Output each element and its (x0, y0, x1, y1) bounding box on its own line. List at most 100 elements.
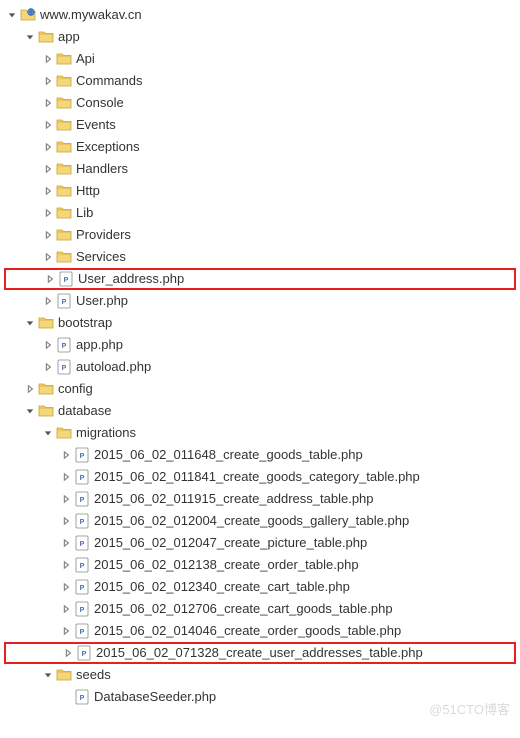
tree-item[interactable]: Api (4, 48, 516, 70)
tree-item-label: Services (76, 246, 126, 268)
expand-icon[interactable] (42, 97, 54, 109)
tree-item-label: seeds (76, 664, 111, 686)
tree-item[interactable]: www.mywakav.cn (4, 4, 516, 26)
expand-icon[interactable] (42, 185, 54, 197)
tree-item-label: Events (76, 114, 116, 136)
tree-item[interactable]: database (4, 400, 516, 422)
tree-item[interactable]: PDatabaseSeeder.php (4, 686, 516, 708)
collapse-icon[interactable] (24, 317, 36, 329)
collapse-icon[interactable] (24, 31, 36, 43)
tree-item[interactable]: Console (4, 92, 516, 114)
tree-item-label: 2015_06_02_011915_create_address_table.p… (94, 488, 374, 510)
tree-item[interactable]: app (4, 26, 516, 48)
tree-item-label: www.mywakav.cn (40, 4, 142, 26)
expand-icon[interactable] (42, 339, 54, 351)
tree-item[interactable]: bootstrap (4, 312, 516, 334)
php-icon: P (74, 447, 90, 463)
expand-icon[interactable] (62, 647, 74, 659)
php-icon: P (56, 337, 72, 353)
expand-icon[interactable] (42, 251, 54, 263)
tree-item-label: 2015_06_02_011648_create_goods_table.php (94, 444, 363, 466)
tree-item[interactable]: PUser.php (4, 290, 516, 312)
tree-item-label: Exceptions (76, 136, 140, 158)
expand-icon[interactable] (42, 141, 54, 153)
tree-item-label: Http (76, 180, 100, 202)
expand-icon[interactable] (60, 581, 72, 593)
tree-item[interactable]: Http (4, 180, 516, 202)
tree-item[interactable]: Exceptions (4, 136, 516, 158)
folder-icon (56, 249, 72, 265)
tree-item[interactable]: Providers (4, 224, 516, 246)
expand-icon[interactable] (42, 163, 54, 175)
tree-item[interactable]: P2015_06_02_011915_create_address_table.… (4, 488, 516, 510)
expand-icon[interactable] (24, 383, 36, 395)
expand-icon[interactable] (60, 537, 72, 549)
tree-item[interactable]: P2015_06_02_071328_create_user_addresses… (4, 642, 516, 664)
expand-icon[interactable] (42, 229, 54, 241)
expand-icon[interactable] (60, 449, 72, 461)
svg-text:P: P (80, 607, 85, 614)
tree-item-label: autoload.php (76, 356, 151, 378)
tree-item[interactable]: P2015_06_02_011648_create_goods_table.ph… (4, 444, 516, 466)
collapse-icon[interactable] (42, 427, 54, 439)
tree-item[interactable]: P2015_06_02_014046_create_order_goods_ta… (4, 620, 516, 642)
expand-icon[interactable] (60, 515, 72, 527)
tree-item[interactable]: P2015_06_02_012047_create_picture_table.… (4, 532, 516, 554)
expand-icon[interactable] (42, 207, 54, 219)
tree-item-label: database (58, 400, 112, 422)
tree-item[interactable]: config (4, 378, 516, 400)
tree-item-label: 2015_06_02_012047_create_picture_table.p… (94, 532, 367, 554)
svg-text:P: P (64, 277, 69, 284)
expand-icon[interactable] (60, 625, 72, 637)
tree-item[interactable]: P2015_06_02_012340_create_cart_table.php (4, 576, 516, 598)
expand-icon[interactable] (60, 559, 72, 571)
tree-item[interactable]: Pautoload.php (4, 356, 516, 378)
php-icon: P (74, 623, 90, 639)
tree-item[interactable]: P 2015_06_02_012138_create_order_table.ph… (4, 554, 516, 576)
expand-icon[interactable] (60, 471, 72, 483)
expand-icon[interactable] (42, 119, 54, 131)
expand-icon[interactable] (60, 493, 72, 505)
expand-icon[interactable] (42, 53, 54, 65)
php-icon: P (56, 293, 72, 309)
php-icon: P (74, 689, 90, 705)
tree-item-label: 2015_06_02_012706_create_cart_goods_tabl… (94, 598, 393, 620)
tree-item[interactable]: seeds (4, 664, 516, 686)
tree-item-label: User_address.php (78, 268, 184, 290)
expand-icon[interactable] (42, 295, 54, 307)
tree-item[interactable]: migrations (4, 422, 516, 444)
tree-item[interactable]: Services (4, 246, 516, 268)
expand-icon[interactable] (42, 361, 54, 373)
tree-item-label: Console (76, 92, 124, 114)
expand-icon[interactable] (60, 691, 72, 703)
tree-item-label: Providers (76, 224, 131, 246)
tree-item[interactable]: Handlers (4, 158, 516, 180)
folder-icon (56, 139, 72, 155)
tree-item[interactable]: P2015_06_02_012004_create_goods_gallery_… (4, 510, 516, 532)
tree-item-label: 2015_06_02_071328_create_user_addresses_… (96, 642, 423, 664)
tree-item[interactable]: Papp.php (4, 334, 516, 356)
php-icon: P (74, 557, 90, 573)
collapse-icon[interactable] (42, 669, 54, 681)
tree-item-label: 2015_06_02_012138_create_order_table.php (94, 554, 359, 576)
collapse-icon[interactable] (6, 9, 18, 21)
tree-item[interactable]: Events (4, 114, 516, 136)
tree-item[interactable]: P2015_06_02_011841_create_goods_category… (4, 466, 516, 488)
tree-item-label: Handlers (76, 158, 128, 180)
expand-icon[interactable] (44, 273, 56, 285)
tree-item[interactable]: P User_address.php (4, 268, 516, 290)
tree-item[interactable]: P 2015_06_02_012706_create_cart_goods_tab… (4, 598, 516, 620)
folder-icon (56, 161, 72, 177)
expand-icon[interactable] (60, 603, 72, 615)
tree-item[interactable]: Lib (4, 202, 516, 224)
folder-icon (38, 29, 54, 45)
folder-icon (56, 51, 72, 67)
tree-item-label: config (58, 378, 93, 400)
collapse-icon[interactable] (24, 405, 36, 417)
expand-icon[interactable] (42, 75, 54, 87)
tree-item[interactable]: Commands (4, 70, 516, 92)
folder-icon (56, 667, 72, 683)
svg-text:P: P (62, 299, 67, 306)
svg-text:P: P (80, 563, 85, 570)
svg-text:P: P (80, 475, 85, 482)
